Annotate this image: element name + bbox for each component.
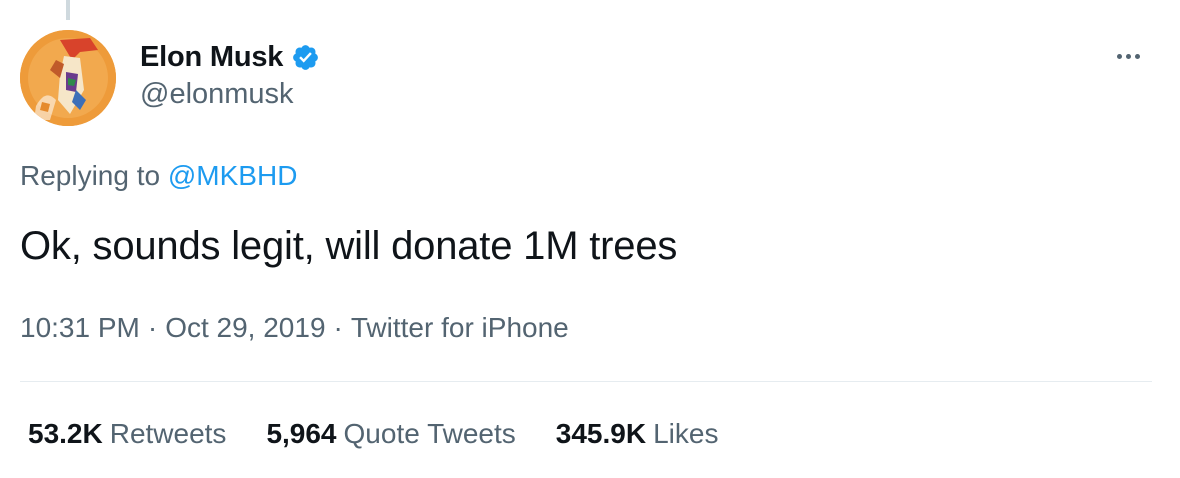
tweet-text: Ok, sounds legit, will donate 1M trees (20, 224, 678, 268)
likes-label: Likes (653, 418, 719, 449)
replying-to-line: Replying to @MKBHD (20, 160, 297, 192)
avatar-illustration (20, 30, 116, 126)
likes-stat[interactable]: 345.9K Likes (556, 418, 719, 450)
thread-connector-line (66, 0, 70, 20)
divider (20, 381, 1152, 382)
retweets-count: 53.2K (28, 418, 103, 449)
tweet-date[interactable]: Oct 29, 2019 (165, 312, 325, 343)
more-horizontal-icon (1116, 53, 1122, 59)
quote-tweets-stat[interactable]: 5,964 Quote Tweets (266, 418, 515, 450)
more-horizontal-icon-dot (1125, 53, 1131, 59)
tweet-source[interactable]: Twitter for iPhone (351, 312, 569, 343)
retweets-label: Retweets (109, 418, 227, 449)
reply-target-link[interactable]: @MKBHD (168, 160, 298, 191)
author-display-name[interactable]: Elon Musk (140, 41, 283, 74)
author-handle[interactable]: @elonmusk (140, 78, 294, 111)
author-name-row[interactable]: Elon Musk (140, 38, 320, 76)
verified-badge-icon (291, 43, 320, 72)
retweets-stat[interactable]: 53.2K Retweets (28, 418, 226, 450)
quote-tweets-count: 5,964 (266, 418, 337, 449)
engagement-stats: 53.2K Retweets 5,964 Quote Tweets 345.9K Li… (28, 418, 758, 450)
more-options-button[interactable] (1108, 42, 1148, 70)
replying-to-label: Replying to (20, 160, 161, 191)
meta-separator: · (333, 312, 343, 343)
tweet-meta: 10:31 PM · Oct 29, 2019 · Twitter for iPhone (20, 312, 569, 344)
quote-tweets-label: Quote Tweets (343, 418, 516, 449)
avatar[interactable] (20, 30, 116, 126)
likes-count: 345.9K (555, 418, 647, 449)
meta-separator: · (147, 312, 158, 343)
more-horizontal-icon-dot (1134, 53, 1140, 59)
tweet-time[interactable]: 10:31 PM (20, 312, 140, 343)
